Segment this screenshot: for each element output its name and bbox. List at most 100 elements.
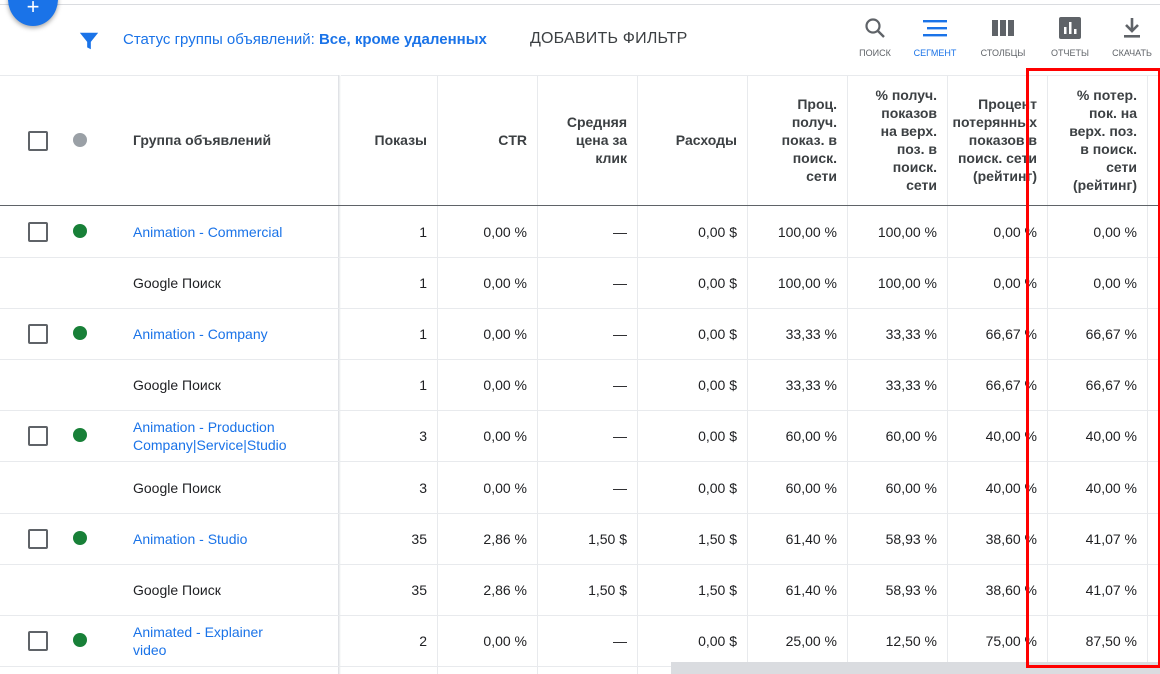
header-impressions[interactable]: Показы xyxy=(340,75,428,205)
search-impr-share-cell: 60,00 % xyxy=(785,479,837,496)
columns-button[interactable]: СТОЛБЦЫ xyxy=(973,16,1033,58)
top-impr-share-cell: 100,00 % xyxy=(877,274,937,291)
lost-rank-cell: 38,60 % xyxy=(985,530,1037,547)
header-line: поиск. xyxy=(792,150,837,166)
impressions-cell: 1 xyxy=(419,376,427,393)
lost-rank-cell: 40,00 % xyxy=(985,427,1037,444)
impressions-cell: 1 xyxy=(419,223,427,240)
header-ctr-text: CTR xyxy=(498,131,527,149)
name-text: Google Поиск xyxy=(133,376,221,394)
network-segment-label: Google Поиск xyxy=(133,564,333,615)
reports-icon xyxy=(1059,17,1081,39)
header-lost-rank[interactable]: Процент потерянных показов в поиск. сети (ре… xyxy=(948,75,1038,205)
download-icon xyxy=(1124,18,1140,38)
reports-button[interactable]: ОТЧЕТЫ xyxy=(1040,16,1100,58)
header-ctr[interactable]: CTR xyxy=(438,75,527,205)
download-label: СКАЧАТЬ xyxy=(1112,48,1152,58)
avg-cpc-cell: 1,50 $ xyxy=(588,581,627,598)
name-line: Company|Service|Studio xyxy=(133,436,287,453)
status-filter[interactable]: Статус группы объявлений: Все, кроме уда… xyxy=(123,31,487,48)
select-all-checkbox[interactable] xyxy=(28,131,48,151)
row-checkbox[interactable] xyxy=(28,529,48,549)
header-line: Проц. xyxy=(797,96,837,112)
columns-label: СТОЛБЦЫ xyxy=(980,48,1026,58)
header-line: показ. в xyxy=(781,132,837,148)
status-enabled-icon[interactable] xyxy=(73,224,87,238)
ad-group-link[interactable]: Animation - Commercial xyxy=(133,206,333,257)
reports-label: ОТЧЕТЫ xyxy=(1051,48,1089,58)
status-enabled-icon[interactable] xyxy=(73,633,87,647)
ctr-cell: 2,86 % xyxy=(483,581,527,598)
impressions-cell: 35 xyxy=(411,581,427,598)
status-header-icon[interactable] xyxy=(73,133,87,147)
row-checkbox[interactable] xyxy=(28,222,48,242)
header-line: % получ. xyxy=(875,87,937,103)
header-line: Расходы xyxy=(675,132,737,148)
avg-cpc-cell: — xyxy=(613,325,627,342)
header-line: показов xyxy=(881,105,937,121)
ctr-cell: 0,00 % xyxy=(483,427,527,444)
add-filter-button[interactable]: ДОБАВИТЬ ФИЛЬТР xyxy=(530,30,688,48)
header-avg-cpc[interactable]: Средняя цена за клик xyxy=(538,75,627,205)
avg-cpc-cell: — xyxy=(613,427,627,444)
ad-groups-table: Группа объявлений Показы CTR Средняя цена… xyxy=(0,75,1160,674)
top-impr-share-cell: 12,50 % xyxy=(885,632,937,649)
status-enabled-icon[interactable] xyxy=(73,531,87,545)
segment-row: Google Поиск 3 0,00 % — 0,00 $ 60,00 % 60,00 %… xyxy=(0,462,1160,514)
header-line: сети xyxy=(906,177,937,193)
search-impr-share-cell: 25,00 % xyxy=(785,632,837,649)
lost-rank-cell: 0,00 % xyxy=(993,274,1037,291)
cost-cell: 0,00 $ xyxy=(698,376,737,393)
table-row: Animation - Production Company|Service|St… xyxy=(0,410,1160,462)
ctr-cell: 0,00 % xyxy=(483,376,527,393)
ctr-cell: 0,00 % xyxy=(483,223,527,240)
name-text: Animation - Production Company|Service|St… xyxy=(133,418,287,454)
top-impr-share-cell: 58,93 % xyxy=(885,581,937,598)
search-impr-share-cell: 100,00 % xyxy=(777,274,837,291)
status-enabled-icon[interactable] xyxy=(73,326,87,340)
segment-row: Google Поиск 35 2,86 % 1,50 $ 1,50 $ 61,40 % 5… xyxy=(0,564,1160,616)
name-line: Animation - Studio xyxy=(133,530,248,547)
segment-button[interactable]: СЕГМЕНТ xyxy=(905,16,965,58)
lost-rank-cell: 75,00 % xyxy=(985,632,1037,649)
ad-group-link[interactable]: Animation - Company xyxy=(133,308,333,359)
search-icon xyxy=(865,18,885,38)
row-checkbox[interactable] xyxy=(28,631,48,651)
status-enabled-icon[interactable] xyxy=(73,428,87,442)
search-button[interactable]: ПОИСК xyxy=(845,16,905,58)
search-label: ПОИСК xyxy=(859,48,891,58)
segment-label: СЕГМЕНТ xyxy=(913,48,957,58)
create-button[interactable]: + xyxy=(8,0,58,26)
lost-rank-cell: 38,60 % xyxy=(985,581,1037,598)
download-button[interactable]: СКАЧАТЬ xyxy=(1102,16,1160,58)
avg-cpc-cell: — xyxy=(613,632,627,649)
filter-icon[interactable] xyxy=(78,30,100,52)
header-line: поз. в xyxy=(896,141,937,157)
header-ad-group[interactable]: Группа объявлений xyxy=(133,75,333,205)
cost-cell: 1,50 $ xyxy=(698,581,737,598)
ad-group-link[interactable]: Animation - Studio xyxy=(133,513,333,564)
header-search-impr-share[interactable]: Проц. получ. показ. в поиск. сети xyxy=(748,75,837,205)
status-filter-label: Статус группы объявлений: xyxy=(123,31,315,48)
table-row: Animation - Studio 35 2,86 % 1,50 $ 1,50 $ 61… xyxy=(0,513,1160,565)
cost-cell: 0,00 $ xyxy=(698,632,737,649)
search-impr-share-cell: 60,00 % xyxy=(785,427,837,444)
header-line: клик xyxy=(595,150,627,166)
name-line: Google Поиск xyxy=(133,581,221,598)
name-line: video xyxy=(133,641,167,658)
row-checkbox[interactable] xyxy=(28,426,48,446)
header-cost[interactable]: Расходы xyxy=(638,75,737,205)
cost-cell: 0,00 $ xyxy=(698,427,737,444)
top-impr-share-cell: 33,33 % xyxy=(885,325,937,342)
header-top-impr-share[interactable]: % получ. показов на верх. поз. в поиск. сети xyxy=(848,75,937,205)
network-segment-label: Google Поиск xyxy=(133,359,333,410)
network-segment-label: Google Поиск xyxy=(133,462,333,513)
ad-group-link[interactable]: Animated - Explainer video xyxy=(133,615,333,666)
cost-cell: 0,00 $ xyxy=(698,223,737,240)
header-line: Средняя xyxy=(566,114,627,130)
ad-group-link[interactable]: Animation - Production Company|Service|St… xyxy=(133,410,333,461)
header-line: Процент xyxy=(978,96,1037,112)
segment-row: Google Поиск 1 0,00 % — 0,00 $ 33,33 % 33,33 %… xyxy=(0,359,1160,411)
name-text: Google Поиск xyxy=(133,581,221,599)
row-checkbox[interactable] xyxy=(28,324,48,344)
